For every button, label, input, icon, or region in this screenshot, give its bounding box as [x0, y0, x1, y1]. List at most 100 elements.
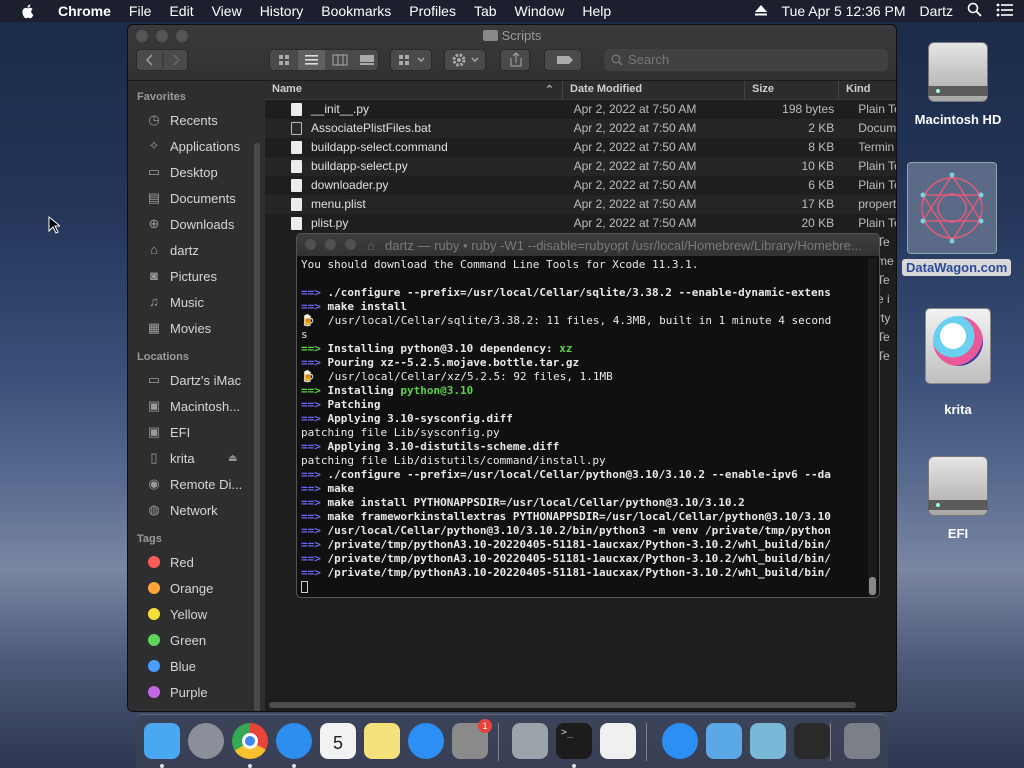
terminal-line: ==> /private/tmp/pythonA3.10-20220405-51… [301, 566, 831, 579]
sidebar-item-desktop[interactable]: ▭ Desktop [128, 159, 265, 185]
sidebar-section-favorites: Favorites [137, 91, 186, 103]
column-header-kind[interactable]: Kind [839, 81, 895, 99]
edit-tags-button[interactable] [544, 49, 582, 71]
rocket-icon[interactable] [188, 723, 224, 759]
file-icon [291, 160, 302, 173]
calendar-icon[interactable]: 5 [320, 723, 356, 759]
notes-icon[interactable] [364, 723, 400, 759]
group-by-button[interactable] [390, 49, 432, 71]
eject-icon[interactable] [754, 3, 768, 19]
trash-icon[interactable] [844, 723, 880, 759]
sidebar-item-applications[interactable]: ✧ Applications [128, 133, 265, 159]
desktop-icon-macintosh-hd[interactable]: Macintosh HD [908, 32, 1008, 127]
sidebar-item-music[interactable]: ♫ Music [128, 289, 265, 315]
horizontal-scrollbar[interactable] [269, 702, 856, 708]
app-store-icon[interactable] [408, 723, 444, 759]
desktop-icon-krita[interactable]: krita [908, 308, 1008, 417]
zoom-button[interactable] [345, 239, 356, 250]
file-icon [291, 103, 302, 116]
menu-tab[interactable]: Tab [465, 3, 506, 19]
hard-drive-icon [924, 32, 992, 116]
search-icon [611, 54, 623, 66]
finder-icon[interactable] [144, 723, 180, 759]
dock-separator [830, 723, 831, 761]
window-icon[interactable] [794, 723, 830, 759]
sidebar-item-recents[interactable]: ◷ Recents [128, 107, 265, 133]
terminal-line: ==> Applying 3.10-distutils-scheme.diff [301, 440, 560, 453]
sidebar-item-network[interactable]: ◍ Network [128, 497, 265, 523]
music-icon: ♫ [149, 294, 159, 309]
terminal-scrollbar[interactable] [868, 258, 877, 597]
column-header-size[interactable]: Size [745, 81, 839, 99]
sidebar-tag-green[interactable]: Green [128, 627, 265, 653]
imac-icon: ▭ [147, 372, 161, 387]
column-header-name[interactable]: Name ⌃ [265, 81, 563, 99]
menu-help[interactable]: Help [573, 3, 620, 19]
apple-icon[interactable] [20, 3, 36, 19]
sidebar-item-dartz[interactable]: ⌂ dartz [128, 237, 265, 263]
font-icon[interactable] [512, 723, 548, 759]
gear-icon[interactable]: 1 [452, 719, 492, 759]
safari-icon[interactable] [276, 723, 312, 759]
menu-history[interactable]: History [251, 3, 313, 19]
menu-window[interactable]: Window [506, 3, 574, 19]
terminal-line: s [301, 328, 308, 341]
sidebar-item-efi[interactable]: ▣ EFI [128, 419, 265, 445]
close-button[interactable] [305, 239, 316, 250]
file-row[interactable]: downloader.py Apr 2, 2022 at 7:50 AM 6 KB P… [265, 176, 896, 195]
search-input[interactable]: Search [604, 49, 888, 71]
sidebar-scrollbar[interactable] [254, 143, 260, 711]
back-forward-control[interactable] [136, 49, 188, 71]
desktop-icon-datawagon[interactable]: DataWagon.com [902, 162, 1012, 276]
sidebar-tag-blue[interactable]: Blue [128, 653, 265, 679]
file-row[interactable]: plist.py Apr 2, 2022 at 7:50 AM 20 KB Plain… [265, 214, 896, 233]
file-row[interactable]: buildapp-select.command Apr 2, 2022 at 7:… [265, 138, 896, 157]
folder-icon[interactable] [706, 723, 742, 759]
menu-edit[interactable]: Edit [160, 3, 202, 19]
file-row[interactable]: menu.plist Apr 2, 2022 at 7:50 AM 17 KB pro… [265, 195, 896, 214]
terminal-output[interactable]: You should download the Command Line Too… [301, 258, 865, 597]
file-row[interactable]: AssociatePlistFiles.bat Apr 2, 2022 at 7:… [265, 119, 896, 138]
terminal-line: ==> make install [301, 300, 407, 313]
terminal-line: ==> Applying 3.10-sysconfig.diff [301, 412, 513, 425]
textedit-icon[interactable] [600, 723, 636, 759]
share-button[interactable] [500, 49, 530, 71]
menubar-user[interactable]: Dartz [920, 3, 953, 19]
spotlight-search-icon[interactable] [967, 2, 982, 20]
menu-profiles[interactable]: Profiles [400, 3, 465, 19]
menu-view[interactable]: View [203, 3, 251, 19]
file-row[interactable]: buildapp-select.py Apr 2, 2022 at 7:50 AM… [265, 157, 896, 176]
sidebar-item-imac[interactable]: ▭ Dartz's iMac [128, 367, 265, 393]
sidebar-section-locations: Locations [137, 351, 189, 363]
action-gear-button[interactable] [444, 49, 486, 71]
sidebar-item-documents[interactable]: ▤ Documents [128, 185, 265, 211]
chrome-icon[interactable] [232, 723, 268, 759]
sidebar-item-pictures[interactable]: ◙ Pictures [128, 263, 265, 289]
view-mode-control[interactable] [269, 49, 379, 71]
sidebar-tag-orange[interactable]: Orange [128, 575, 265, 601]
sidebar-item-downloads[interactable]: ⊕ Downloads [128, 211, 265, 237]
sidebar-tag-purple[interactable]: Purple [128, 679, 265, 705]
file-icon [291, 217, 302, 230]
sidebar-item-movies[interactable]: ▦ Movies [128, 315, 265, 341]
sidebar-item-macintosh-hd[interactable]: ▣ Macintosh... [128, 393, 265, 419]
sidebar-item-remote-disc[interactable]: ◉ Remote Di... [128, 471, 265, 497]
terminal-title: dartz — ruby • ruby -W1 --disable=rubyop… [385, 238, 862, 253]
sidebar-item-krita[interactable]: ▯ krita ⏏ [128, 445, 265, 471]
sidebar-tag-yellow[interactable]: Yellow [128, 601, 265, 627]
file-row[interactable]: __init__.py Apr 2, 2022 at 7:50 AM 198 byt… [265, 100, 896, 119]
minimize-button[interactable] [325, 239, 336, 250]
terminal-icon[interactable]: >_ [556, 723, 592, 759]
menubar-clock[interactable]: Tue Apr 5 12:36 PM [782, 3, 906, 19]
sidebar-tag-red[interactable]: Red [128, 549, 265, 575]
camera-icon: ◙ [150, 268, 158, 283]
eject-icon[interactable]: ⏏ [228, 453, 237, 464]
desktop-icon-efi[interactable]: EFI [908, 446, 1008, 541]
image-stack-icon[interactable] [750, 723, 786, 759]
column-header-date[interactable]: Date Modified [563, 81, 745, 99]
notification-center-icon[interactable] [996, 3, 1014, 20]
menu-bookmarks[interactable]: Bookmarks [312, 3, 400, 19]
menu-app-name[interactable]: Chrome [48, 3, 120, 19]
menu-file[interactable]: File [120, 3, 161, 19]
app-store-icon[interactable] [662, 723, 698, 759]
